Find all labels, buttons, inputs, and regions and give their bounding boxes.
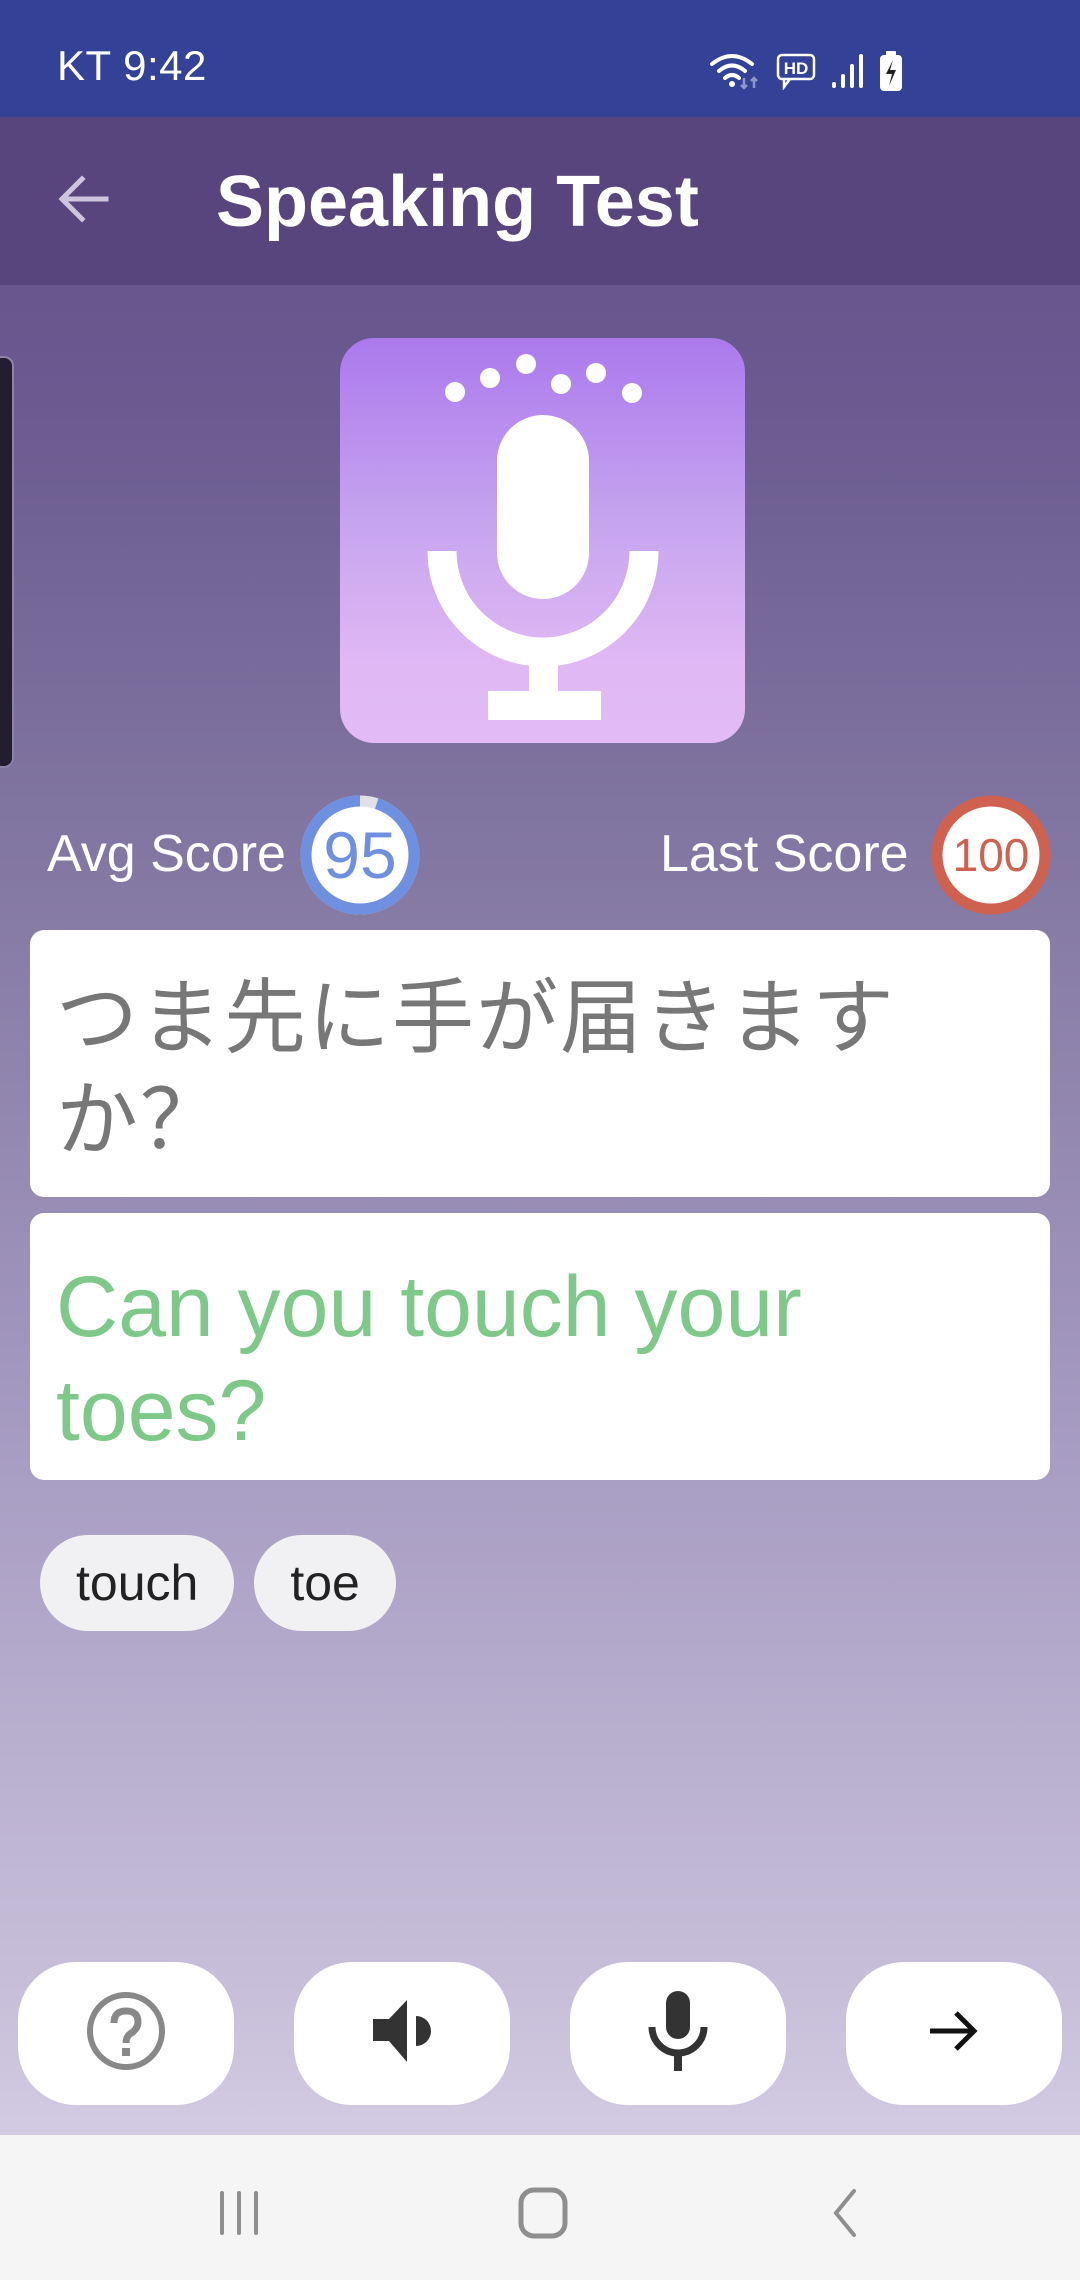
recent-apps-icon (217, 2189, 263, 2242)
svg-text:HD: HD (784, 59, 809, 78)
keyword-chips: touch toe (40, 1535, 396, 1631)
system-nav-bar (0, 2135, 1080, 2280)
hd-voice-icon: HD (776, 52, 816, 90)
action-bar (18, 1962, 1062, 2105)
avg-score-badge: 95 (300, 795, 420, 915)
keyword-chip[interactable]: toe (254, 1535, 396, 1631)
play-audio-button[interactable] (294, 1962, 510, 2105)
last-score-label: Last Score (660, 825, 909, 883)
speaker-icon (367, 1996, 437, 2071)
status-time: KT 9:42 (57, 42, 207, 89)
avg-score-label: Avg Score (47, 825, 286, 883)
japanese-sentence: つま先に手が届きますか？ (56, 971, 897, 1168)
page-title: Speaking Test (216, 162, 699, 242)
last-score-value: 100 (952, 829, 1030, 881)
edge-panel-handle[interactable] (0, 356, 14, 768)
score-row: Avg Score 95 Last Score 100 (0, 790, 1080, 920)
back-button[interactable] (48, 165, 120, 237)
app-bar: Speaking Test (0, 117, 1080, 285)
arrow-right-icon (928, 2009, 980, 2058)
help-circle-icon (84, 1989, 168, 2078)
speaking-hero-image (340, 338, 745, 743)
home-button[interactable] (493, 2180, 593, 2250)
signal-icon (830, 52, 864, 90)
back-icon (830, 2188, 860, 2243)
last-score-badge: 100 (931, 795, 1051, 915)
recent-apps-button[interactable] (190, 2180, 290, 2250)
english-sentence-card: Can you touch your toes? (30, 1213, 1050, 1480)
japanese-sentence-card: つま先に手が届きますか？ (30, 930, 1050, 1197)
next-button[interactable] (846, 1962, 1062, 2105)
microphone-icon (646, 1989, 710, 2078)
keyword-chip[interactable]: touch (40, 1535, 235, 1631)
arrow-left-icon (58, 173, 110, 230)
wifi-icon (710, 52, 762, 90)
status-icons: HD (710, 50, 904, 92)
help-button[interactable] (18, 1962, 234, 2105)
battery-charging-icon (878, 50, 904, 92)
record-button[interactable] (570, 1962, 786, 2105)
english-sentence: Can you touch your toes? (56, 1259, 802, 1459)
status-bar: KT 9:42 HD (0, 0, 1080, 117)
home-icon (518, 2187, 568, 2244)
system-back-button[interactable] (795, 2180, 895, 2250)
avg-score-value: 95 (323, 818, 397, 892)
